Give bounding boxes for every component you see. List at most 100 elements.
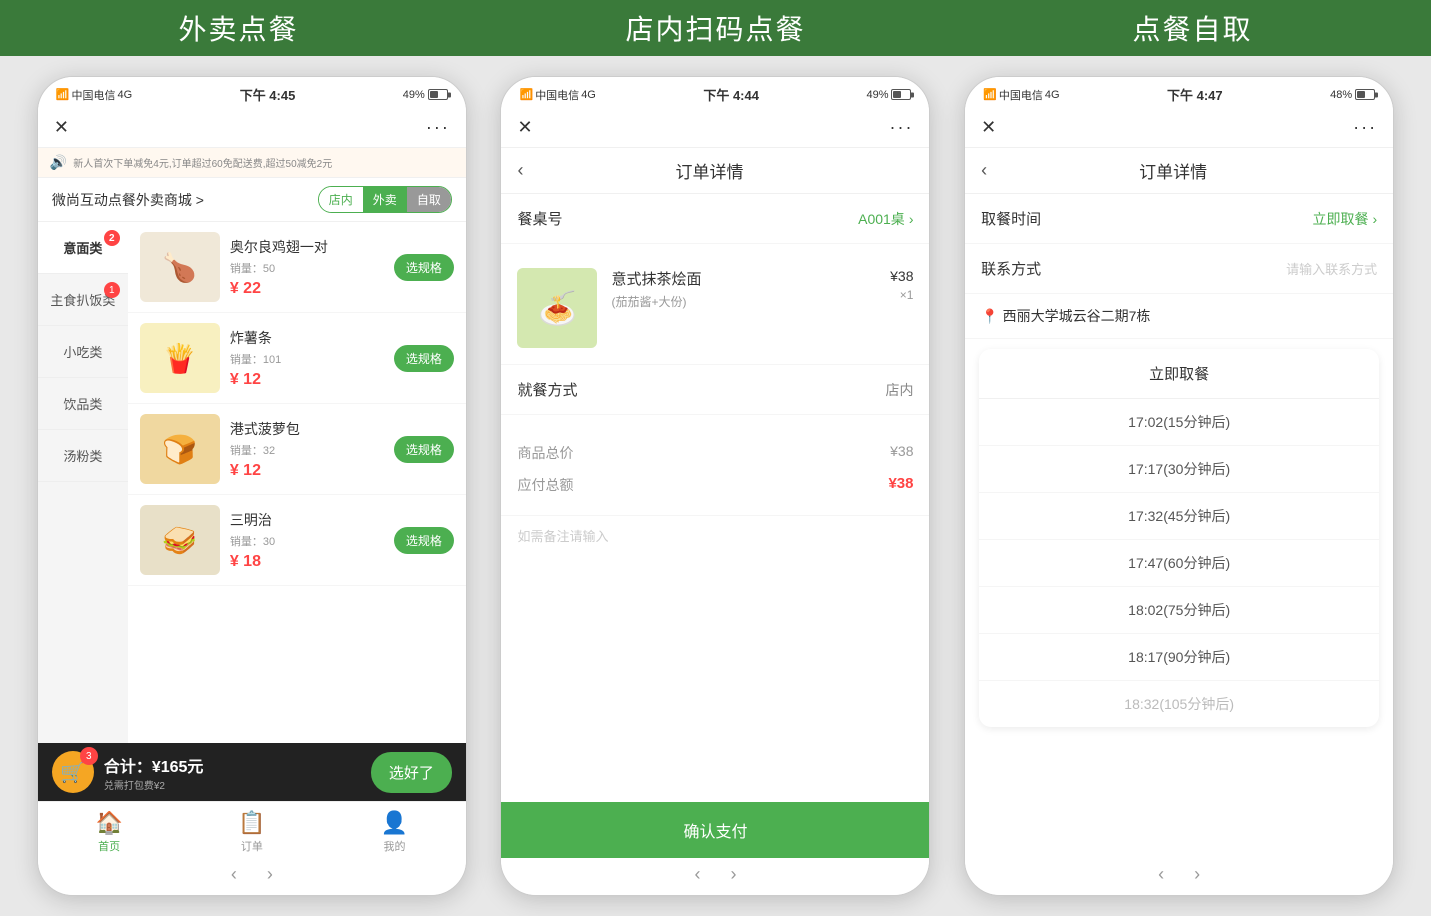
bottom-nav-profile[interactable]: 👤 我的 (323, 810, 466, 854)
battery-icon-2 (891, 89, 911, 100)
back-arrow-2[interactable]: ‹ (694, 864, 700, 885)
dining-row: 就餐方式 店内 (501, 365, 929, 415)
food-sales-1: 销量：50 (230, 260, 384, 276)
contact-value[interactable]: 请输入联系方式 (1286, 259, 1377, 278)
time-option-4[interactable]: 18:02(75分钟后) (979, 587, 1379, 634)
time-option-3[interactable]: 17:47(60分钟后) (979, 540, 1379, 587)
order-note[interactable]: 如需备注请输入 (501, 515, 929, 555)
order-food-price-col: ¥38 ×1 (890, 268, 913, 348)
tab-indoor[interactable]: 店内 (319, 187, 363, 212)
sidebar-item-drinks[interactable]: 饮品类 (38, 378, 128, 430)
badge-rice: 1 (104, 282, 120, 298)
cart-badge: 3 (80, 747, 98, 765)
food-info-4: 三明治 销量：30 ¥ 18 (230, 510, 384, 571)
confirm-pay-button[interactable]: 确认支付 (501, 802, 929, 858)
orders-icon: 📋 (238, 810, 265, 836)
checkout-button[interactable]: 选好了 (371, 752, 452, 793)
status-time-3: 下午 4:47 (1167, 85, 1223, 104)
profile-icon: 👤 (381, 810, 408, 836)
carrier-2: 中国电信 (535, 87, 579, 103)
time-option-1[interactable]: 17:17(30分钟后) (979, 446, 1379, 493)
location-icon: 📍 (981, 308, 998, 325)
signal-icon-3: 📶 (983, 88, 997, 101)
food-img-3: 🍞 (140, 414, 220, 484)
select-btn-2[interactable]: 选规格 (394, 345, 454, 372)
contact-label: 联系方式 (981, 258, 1286, 279)
select-btn-4[interactable]: 选规格 (394, 527, 454, 554)
select-btn-1[interactable]: 选规格 (394, 254, 454, 281)
table-section: 餐桌号 A001桌 › (501, 194, 929, 244)
time-option-5[interactable]: 18:17(90分钟后) (979, 634, 1379, 681)
close-icon-1[interactable]: ✕ (54, 117, 69, 138)
bottom-nav-home[interactable]: 🏠 首页 (38, 810, 181, 854)
pickup-time-value[interactable]: 立即取餐 › (1312, 209, 1377, 229)
food-price-4: ¥ 18 (230, 553, 384, 571)
nav-bottom-bar-2: ‹ › (501, 858, 929, 895)
store-tabs: 店内 外卖 自取 (318, 186, 452, 213)
battery-pct-2: 49% (866, 89, 888, 101)
order-summary: 商品总价 ¥38 应付总额 ¥38 (501, 423, 929, 515)
time-option-2[interactable]: 17:32(45分钟后) (979, 493, 1379, 540)
order-detail-title-2: 订单详情 (533, 158, 885, 183)
tab-delivery[interactable]: 外卖 (363, 187, 407, 212)
forward-arrow-3[interactable]: › (1194, 864, 1200, 885)
order-detail-title-3: 订单详情 (997, 158, 1349, 183)
address-text: 西丽大学城云谷二期7栋 (1003, 306, 1151, 326)
food-img-4: 🥪 (140, 505, 220, 575)
cart-icon-wrap[interactable]: 🛒 3 (52, 751, 94, 793)
menu-items: 🍗 奥尔良鸡翅一对 销量：50 ¥ 22 选规格 🍟 炸薯条 销量：101 ¥ … (128, 222, 466, 743)
order-food-info: 意式抹茶烩面 (茄茄酱+大份) (611, 268, 876, 348)
food-info-3: 港式菠萝包 销量：32 ¥ 12 (230, 419, 384, 480)
table-value[interactable]: A001桌 › (858, 209, 913, 229)
battery-icon-1 (428, 89, 448, 100)
food-item-1: 🍗 奥尔良鸡翅一对 销量：50 ¥ 22 选规格 (128, 222, 466, 313)
sidebar-item-noodles[interactable]: 意面类2 (38, 222, 128, 274)
forward-arrow-2[interactable]: › (730, 864, 736, 885)
food-price-2: ¥ 12 (230, 371, 384, 389)
more-icon-2[interactable]: ··· (890, 117, 914, 138)
food-sales-4: 销量：30 (230, 533, 384, 549)
promo-text: 新人首次下单减免4元,订单超过60免配送费,超过50减免2元 (73, 155, 332, 170)
sidebar-item-soup[interactable]: 汤粉类 (38, 430, 128, 482)
page-header: 外卖点餐 店内扫码点餐 点餐自取 (0, 0, 1431, 56)
food-item-2: 🍟 炸薯条 销量：101 ¥ 12 选规格 (128, 313, 466, 404)
network-3: 4G (1045, 89, 1060, 101)
subtotal-label: 商品总价 (517, 443, 573, 463)
status-right-3: 48% (1330, 89, 1375, 101)
sidebar-item-rice[interactable]: 主食扒饭类1 (38, 274, 128, 326)
status-left-3: 📶 中国电信 4G (983, 87, 1059, 103)
subtotal-row: 商品总价 ¥38 (517, 437, 913, 469)
header-title-2: 店内扫码点餐 (625, 8, 805, 48)
bottom-nav-orders[interactable]: 📋 订单 (181, 810, 324, 854)
nav-bottom-bar-1: ‹ › (38, 858, 466, 895)
close-icon-2[interactable]: ✕ (517, 117, 532, 138)
tab-pickup[interactable]: 自取 (407, 187, 451, 212)
back-icon-3[interactable]: ‹ (981, 160, 987, 181)
bottom-nav-profile-label: 我的 (384, 838, 406, 854)
time-option-6[interactable]: 18:32(105分钟后) (979, 681, 1379, 727)
cart-total: 合计：¥165元 (104, 753, 361, 777)
order-food-name: 意式抹茶烩面 (611, 268, 876, 289)
food-name-4: 三明治 (230, 510, 384, 530)
nav-bar-2: ✕ ··· (501, 108, 929, 148)
store-name[interactable]: 微尚互动点餐外卖商城 > (52, 190, 204, 210)
food-sales-2: 销量：101 (230, 351, 384, 367)
forward-arrow-1[interactable]: › (267, 864, 273, 885)
time-option-0[interactable]: 17:02(15分钟后) (979, 399, 1379, 446)
status-right-1: 49% (403, 89, 448, 101)
back-arrow-1[interactable]: ‹ (231, 864, 237, 885)
sidebar-item-snacks[interactable]: 小吃类 (38, 326, 128, 378)
food-item-3: 🍞 港式菠萝包 销量：32 ¥ 12 选规格 (128, 404, 466, 495)
select-btn-3[interactable]: 选规格 (394, 436, 454, 463)
more-icon-3[interactable]: ··· (1353, 117, 1377, 138)
back-icon-2[interactable]: ‹ (517, 160, 523, 181)
close-icon-3[interactable]: ✕ (981, 117, 996, 138)
order-food-item: 🍝 意式抹茶烩面 (茄茄酱+大份) ¥38 ×1 (501, 252, 929, 365)
more-icon-1[interactable]: ··· (426, 117, 450, 138)
back-arrow-3[interactable]: ‹ (1158, 864, 1164, 885)
status-bar-2: 📶 中国电信 4G 下午 4:44 49% (501, 77, 929, 108)
order-detail-header-3: ‹ 订单详情 (965, 148, 1393, 194)
bottom-nav: 🏠 首页 📋 订单 👤 我的 (38, 801, 466, 858)
promo-speaker-icon: 🔊 (50, 154, 67, 171)
nav-bottom-bar-3: ‹ › (965, 858, 1393, 895)
